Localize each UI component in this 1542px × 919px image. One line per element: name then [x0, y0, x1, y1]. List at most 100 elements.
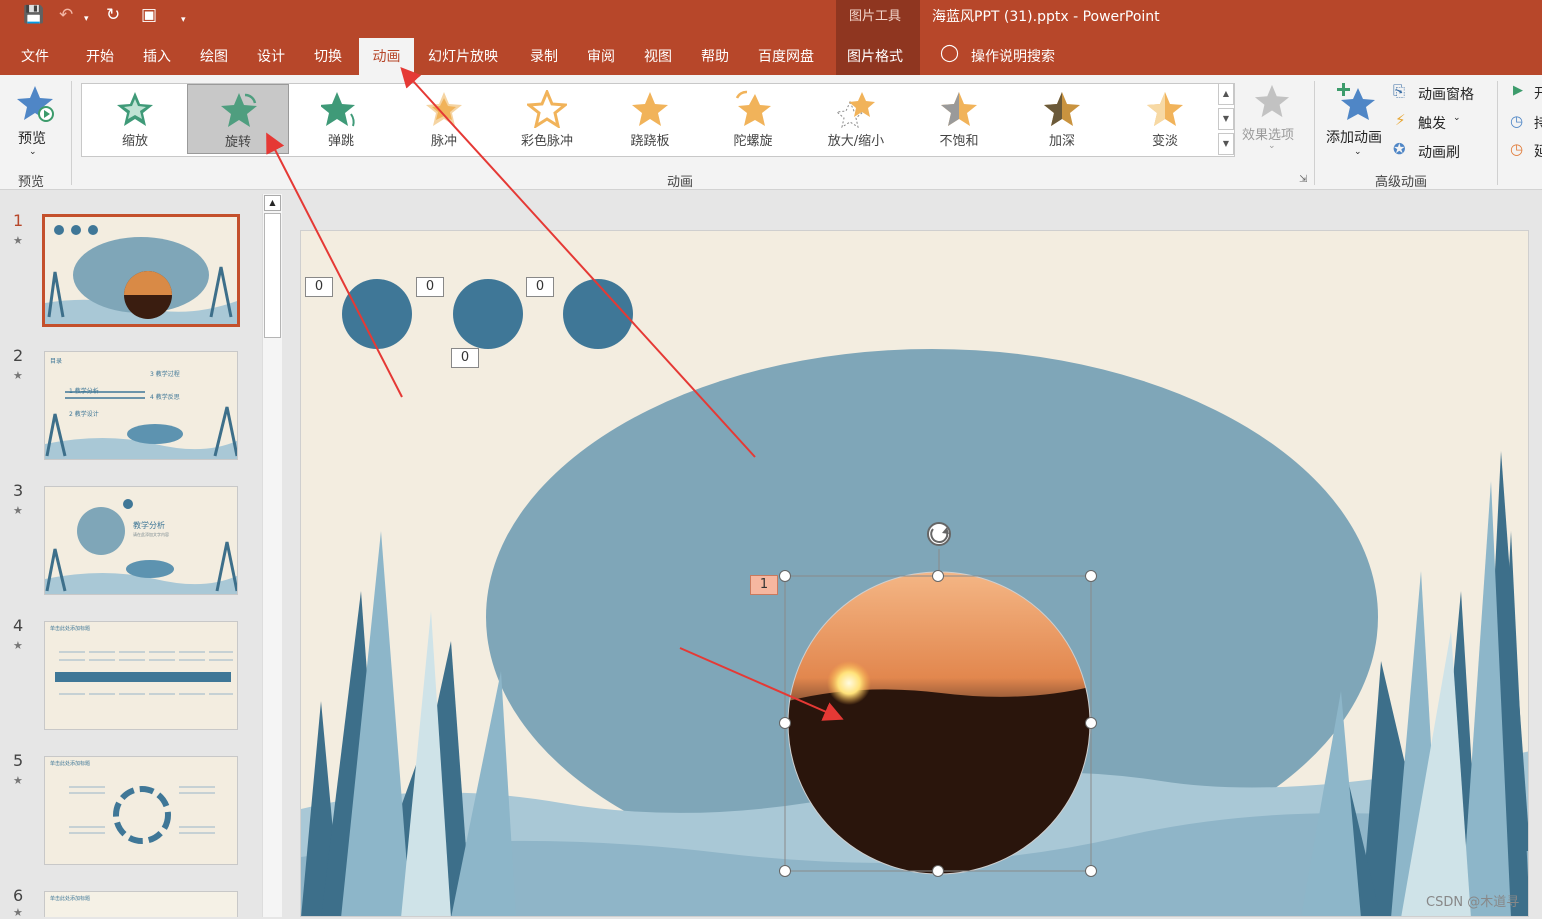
resize-handle[interactable]: [932, 865, 944, 877]
slide-canvas[interactable]: 0 0 0 0 1: [300, 230, 1529, 917]
preview-button[interactable]: 预览 ⌄: [8, 79, 60, 163]
selected-animation-tag[interactable]: 1: [750, 575, 778, 595]
animation-gyro[interactable]: 陀螺旋: [702, 84, 804, 154]
slide-number: 3: [13, 481, 24, 500]
animation-darken[interactable]: 加深: [1011, 84, 1113, 154]
resize-handle[interactable]: [779, 717, 791, 729]
animation-desaturate[interactable]: 不饱和: [908, 84, 1010, 154]
resize-handle[interactable]: [779, 865, 791, 877]
tab-view[interactable]: 视图: [644, 46, 672, 66]
tab-record[interactable]: 录制: [530, 46, 558, 66]
tab-draw[interactable]: 绘图: [200, 46, 228, 66]
darken-star-icon: [1044, 92, 1080, 126]
animation-bounce[interactable]: 弹跳: [290, 84, 392, 154]
lighten-star-icon: [1147, 92, 1183, 126]
animation-star-icon: ★: [13, 369, 23, 382]
slide-2-preview: [45, 352, 237, 459]
animation-color-pulse[interactable]: 彩色脉冲: [496, 84, 598, 154]
duration-label-partial[interactable]: 持: [1534, 113, 1542, 133]
animation-pane-button[interactable]: ⎘ 动画窗格: [1393, 82, 1493, 103]
picture-tools-label: 图片工具: [849, 9, 902, 24]
animation-grow-shrink[interactable]: 放大/缩小: [805, 84, 907, 154]
resize-handle[interactable]: [1085, 865, 1097, 877]
slide-number: 6: [13, 886, 24, 905]
resize-handle[interactable]: [1085, 570, 1097, 582]
scroll-thumb[interactable]: [264, 213, 281, 338]
tab-review[interactable]: 审阅: [587, 46, 615, 66]
tab-picture-format[interactable]: 图片格式: [847, 46, 903, 66]
animation-order-tag[interactable]: 0: [451, 348, 479, 368]
zoom-star-icon: [117, 92, 153, 126]
teeter-star-icon: [632, 92, 668, 126]
ribbon-tabs: 文件 开始 插入 绘图 设计 切换 动画 幻灯片放映 录制 审阅 视图 帮助 百…: [0, 37, 1542, 75]
slide-thumbnail-2[interactable]: 目录 1 教学分析 2 教学设计 3 教学过程 4 教学反思: [44, 351, 238, 460]
redo-icon[interactable]: ↻: [106, 6, 120, 24]
tab-baidu[interactable]: 百度网盘: [758, 46, 814, 66]
tell-me-search[interactable]: 操作说明搜索: [971, 46, 1055, 66]
slideshow-from-start-icon[interactable]: ▣: [141, 6, 157, 24]
add-animation-button[interactable]: 添加动画 ⌄: [1322, 79, 1390, 163]
start-label-partial[interactable]: 开: [1534, 83, 1542, 103]
slide-thumbnail-4[interactable]: 单击此处添加标题: [44, 621, 238, 730]
tab-animations[interactable]: 动画: [359, 38, 414, 75]
start-icon: ▶: [1513, 83, 1523, 98]
undo-icon[interactable]: ↶: [59, 6, 73, 24]
animation-teeter[interactable]: 跷跷板: [599, 84, 701, 154]
add-animation-star-icon: [1337, 83, 1375, 120]
resize-handle[interactable]: [1085, 717, 1097, 729]
save-icon[interactable]: 💾: [23, 6, 44, 24]
desaturate-star-icon: [941, 92, 977, 126]
animation-star-icon: ★: [13, 906, 23, 919]
gallery-scroll-down[interactable]: ▼: [1218, 108, 1234, 130]
animation-order-tag[interactable]: 0: [526, 277, 554, 297]
thumbnail-scrollbar[interactable]: ▲: [262, 194, 282, 917]
gyro-star-icon: [735, 90, 771, 126]
separator: [1497, 81, 1498, 185]
animation-zoom-label: 缩放: [121, 134, 148, 149]
trigger-button[interactable]: ⚡ 触发 ⌄: [1393, 111, 1493, 132]
tab-help[interactable]: 帮助: [701, 46, 729, 66]
animation-lighten-label: 变淡: [1151, 134, 1178, 149]
slide-thumbnail-6[interactable]: 单击此处添加标题: [44, 891, 238, 917]
undo-dropdown-icon[interactable]: ▾: [84, 10, 89, 28]
tab-insert[interactable]: 插入: [143, 46, 171, 66]
animation-desaturate-label: 不饱和: [939, 134, 979, 149]
slide-2-item: 3 教学过程: [150, 371, 180, 378]
lightning-icon: ⚡: [1395, 111, 1406, 129]
dialog-launcher-icon[interactable]: ⇲: [1299, 174, 1307, 185]
slide-2-item: 2 教学设计: [69, 411, 99, 418]
animation-zoom[interactable]: 缩放: [84, 84, 186, 154]
tab-transitions[interactable]: 切换: [314, 46, 342, 66]
animation-lighten[interactable]: 变淡: [1114, 84, 1216, 154]
effect-options-button[interactable]: 效果选项 ⌄: [1240, 81, 1304, 161]
slide-4-preview: [45, 622, 237, 729]
animation-spin[interactable]: 旋转: [187, 84, 289, 154]
slide-thumbnail-1[interactable]: [42, 214, 240, 327]
slide-1-preview: [45, 217, 237, 324]
resize-handle[interactable]: [932, 570, 944, 582]
resize-handle[interactable]: [779, 570, 791, 582]
gallery-scroll-up[interactable]: ▲: [1218, 83, 1234, 105]
animation-order-tag[interactable]: 0: [416, 277, 444, 297]
slide-2-item: 1 教学分析: [69, 388, 99, 395]
customize-toolbar-icon[interactable]: ▾: [181, 11, 186, 29]
slide-thumbnail-3[interactable]: 教学分析 请在此添加文字内容: [44, 486, 238, 595]
gallery-more[interactable]: ▼: [1218, 133, 1234, 155]
scroll-up-arrow-icon[interactable]: ▲: [264, 195, 281, 211]
animation-order-tag[interactable]: 0: [305, 277, 333, 297]
tab-home[interactable]: 开始: [86, 46, 114, 66]
tab-slideshow[interactable]: 幻灯片放映: [428, 46, 498, 66]
animation-pane-label: 动画窗格: [1418, 87, 1474, 103]
slide-3-title: 教学分析: [133, 521, 165, 530]
effect-options-star-icon: [1254, 84, 1290, 118]
delay-label-partial[interactable]: 延: [1534, 141, 1542, 161]
color-pulse-star-icon: [527, 90, 567, 128]
animation-painter-button[interactable]: ✪ 动画刷: [1393, 140, 1493, 161]
animation-painter-label: 动画刷: [1418, 145, 1460, 161]
slide-4-title: 单击此处添加标题: [50, 626, 91, 632]
advanced-animation-group-label: 高级动画: [1375, 175, 1428, 190]
slide-thumbnail-5[interactable]: 单击此处添加标题: [44, 756, 238, 865]
tab-design[interactable]: 设计: [257, 46, 285, 66]
animation-pulse[interactable]: 脉冲: [393, 84, 495, 154]
tab-file[interactable]: 文件: [21, 46, 49, 66]
